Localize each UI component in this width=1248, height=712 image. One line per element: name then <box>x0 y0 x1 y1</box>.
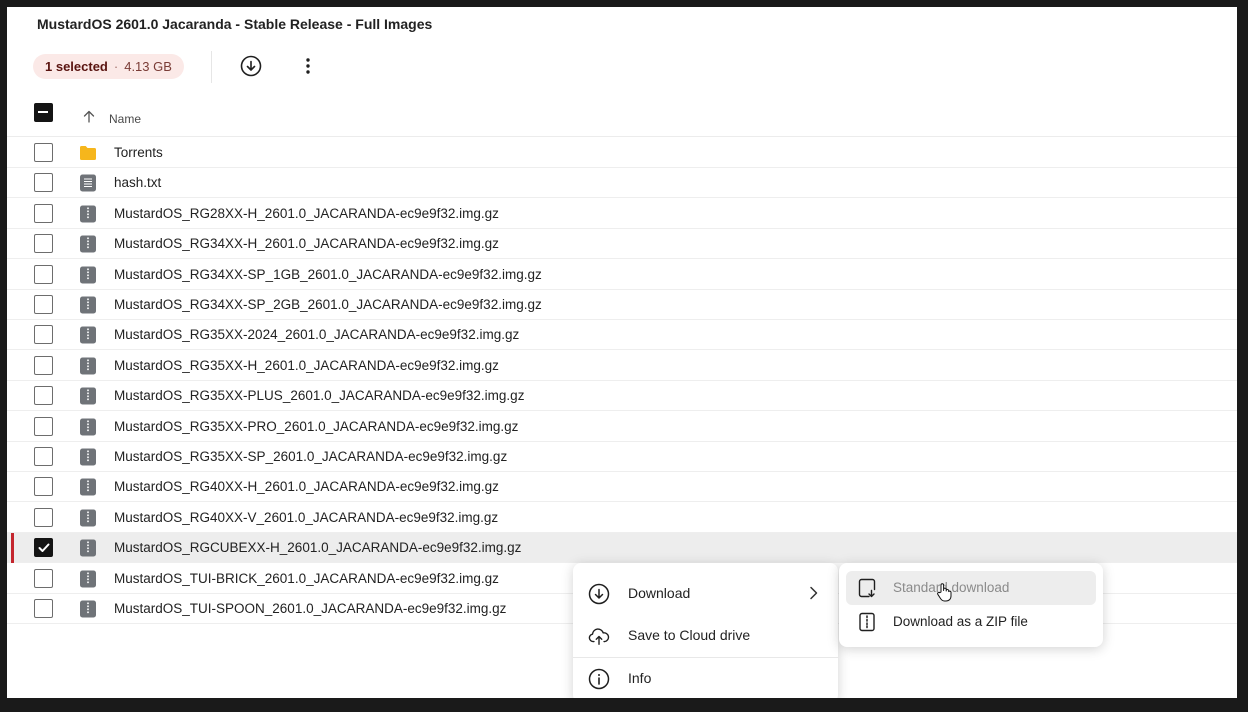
file-name[interactable]: MustardOS_RG34XX-SP_2GB_2601.0_JACARANDA… <box>114 297 542 312</box>
download-circle-icon <box>240 55 262 77</box>
more-options-button[interactable] <box>295 53 321 79</box>
row-checkbox[interactable] <box>34 386 53 406</box>
row-checkbox[interactable] <box>34 599 53 618</box>
file-name[interactable]: MustardOS_TUI-SPOON_2601.0_JACARANDA-ec9… <box>114 601 506 616</box>
table-header: Name <box>7 97 1237 137</box>
menu-item-info[interactable]: Info <box>573 657 838 698</box>
file-row[interactable]: MustardOS_RG35XX-PRO_2601.0_JACARANDA-ec… <box>7 412 1237 442</box>
row-checkbox[interactable] <box>34 447 53 466</box>
row-checkbox[interactable] <box>34 325 53 345</box>
cloud-upload-icon <box>588 628 610 645</box>
archive-file-icon <box>79 478 97 496</box>
file-row[interactable]: MustardOS_RG35XX-PLUS_2601.0_JACARANDA-e… <box>7 381 1237 412</box>
file-row[interactable]: MustardOS_RG40XX-V_2601.0_JACARANDA-ec9e… <box>7 503 1237 533</box>
archive-file-icon <box>79 539 97 557</box>
file-row[interactable]: Torrents <box>7 138 1237 168</box>
folder-icon <box>79 144 97 162</box>
menu-item-label: Download <box>628 585 691 601</box>
info-icon <box>588 668 610 690</box>
file-name[interactable]: MustardOS_RG34XX-SP_1GB_2601.0_JACARANDA… <box>114 267 542 282</box>
row-checkbox[interactable] <box>34 477 53 497</box>
zip-file-icon <box>859 612 875 632</box>
selection-chip[interactable]: 1 selected · 4.13 GB <box>33 53 184 79</box>
file-name[interactable]: MustardOS_RG34XX-H_2601.0_JACARANDA-ec9e… <box>114 236 499 251</box>
hand-cursor-icon <box>937 583 952 602</box>
selected-size: 4.13 GB <box>124 58 172 74</box>
file-row[interactable]: MustardOS_RGCUBEXX-H_2601.0_JACARANDA-ec… <box>7 533 1237 564</box>
archive-file-icon <box>79 296 97 314</box>
select-all-checkbox[interactable] <box>34 103 53 122</box>
folder-title: MustardOS 2601.0 Jacaranda - Stable Rele… <box>37 16 433 32</box>
standard-download-option[interactable]: Standard download <box>846 571 1096 605</box>
file-row[interactable]: MustardOS_RG35XX-H_2601.0_JACARANDA-ec9e… <box>7 351 1237 381</box>
archive-file-icon <box>79 266 97 284</box>
file-name[interactable]: MustardOS_RG40XX-V_2601.0_JACARANDA-ec9e… <box>114 510 498 525</box>
archive-file-icon <box>79 326 97 344</box>
row-checkbox[interactable] <box>34 295 53 314</box>
selected-row-indicator <box>11 533 14 564</box>
selection-toolbar: 1 selected · 4.13 GB <box>33 51 310 83</box>
download-circle-icon <box>588 583 610 605</box>
context-menu: Download Save to Cloud drive Info <box>573 563 838 698</box>
menu-item-label: Save to Cloud drive <box>628 627 751 643</box>
chevron-right-icon <box>810 586 818 600</box>
row-checkbox[interactable] <box>34 203 53 223</box>
archive-file-icon <box>79 570 97 588</box>
file-row[interactable]: MustardOS_RG35XX-2024_2601.0_JACARANDA-e… <box>7 320 1237 351</box>
file-row[interactable]: MustardOS_RG34XX-SP_1GB_2601.0_JACARANDA… <box>7 260 1237 290</box>
archive-file-icon <box>79 600 97 618</box>
file-row[interactable]: MustardOS_RG40XX-H_2601.0_JACARANDA-ec9e… <box>7 472 1237 503</box>
row-checkbox[interactable] <box>34 264 53 284</box>
more-vertical-icon <box>306 58 310 74</box>
file-name[interactable]: MustardOS_RG35XX-PRO_2601.0_JACARANDA-ec… <box>114 419 518 434</box>
checkmark-icon <box>38 543 49 552</box>
file-row[interactable]: MustardOS_RG35XX-SP_2601.0_JACARANDA-ec9… <box>7 442 1237 472</box>
row-checkbox[interactable] <box>34 416 53 436</box>
file-name[interactable]: MustardOS_TUI-BRICK_2601.0_JACARANDA-ec9… <box>114 571 499 586</box>
file-browser-window: MustardOS 2601.0 Jacaranda - Stable Rele… <box>7 7 1237 698</box>
file-download-icon <box>858 578 876 598</box>
archive-file-icon <box>79 235 97 253</box>
arrow-up-icon[interactable] <box>83 110 95 123</box>
file-name[interactable]: Torrents <box>114 145 163 160</box>
zip-download-label: Download as a ZIP file <box>893 614 1028 629</box>
file-name[interactable]: MustardOS_RG35XX-H_2601.0_JACARANDA-ec9e… <box>114 358 499 373</box>
menu-item-label: Info <box>628 670 652 686</box>
name-column-header[interactable]: Name <box>109 112 141 126</box>
toolbar-divider <box>211 51 212 83</box>
menu-item-save-cloud[interactable]: Save to Cloud drive <box>573 614 838 656</box>
file-name[interactable]: hash.txt <box>114 175 161 190</box>
file-name[interactable]: MustardOS_RG35XX-SP_2601.0_JACARANDA-ec9… <box>114 449 507 464</box>
archive-file-icon <box>79 357 97 375</box>
archive-file-icon <box>79 205 97 223</box>
file-name[interactable]: MustardOS_RG35XX-PLUS_2601.0_JACARANDA-e… <box>114 388 524 403</box>
file-name[interactable]: MustardOS_RG40XX-H_2601.0_JACARANDA-ec9e… <box>114 479 499 494</box>
file-row[interactable]: hash.txt <box>7 168 1237 199</box>
archive-file-icon <box>79 387 97 405</box>
file-name[interactable]: MustardOS_RG28XX-H_2601.0_JACARANDA-ec9e… <box>114 206 499 221</box>
file-row[interactable]: MustardOS_RG34XX-H_2601.0_JACARANDA-ec9e… <box>7 229 1237 260</box>
archive-file-icon <box>79 448 97 466</box>
row-checkbox[interactable] <box>34 507 53 527</box>
file-name[interactable]: MustardOS_RGCUBEXX-H_2601.0_JACARANDA-ec… <box>114 540 521 555</box>
selected-count: 1 selected <box>45 58 108 74</box>
menu-item-download[interactable]: Download <box>573 572 838 614</box>
file-row[interactable]: MustardOS_RG28XX-H_2601.0_JACARANDA-ec9e… <box>7 199 1237 229</box>
row-checkbox[interactable] <box>34 538 53 558</box>
row-checkbox[interactable] <box>34 173 53 193</box>
text-file-icon <box>79 174 97 192</box>
download-submenu: Standard download Download as a ZIP file <box>839 563 1103 647</box>
row-checkbox[interactable] <box>34 234 53 254</box>
row-checkbox[interactable] <box>34 568 53 588</box>
zip-download-option[interactable]: Download as a ZIP file <box>846 605 1096 639</box>
row-checkbox[interactable] <box>34 143 53 162</box>
separator-dot: · <box>113 58 119 74</box>
download-button[interactable] <box>238 53 264 79</box>
archive-file-icon <box>79 509 97 527</box>
archive-file-icon <box>79 418 97 436</box>
file-row[interactable]: MustardOS_RG34XX-SP_2GB_2601.0_JACARANDA… <box>7 290 1237 320</box>
file-name[interactable]: MustardOS_RG35XX-2024_2601.0_JACARANDA-e… <box>114 327 519 342</box>
row-checkbox[interactable] <box>34 355 53 375</box>
